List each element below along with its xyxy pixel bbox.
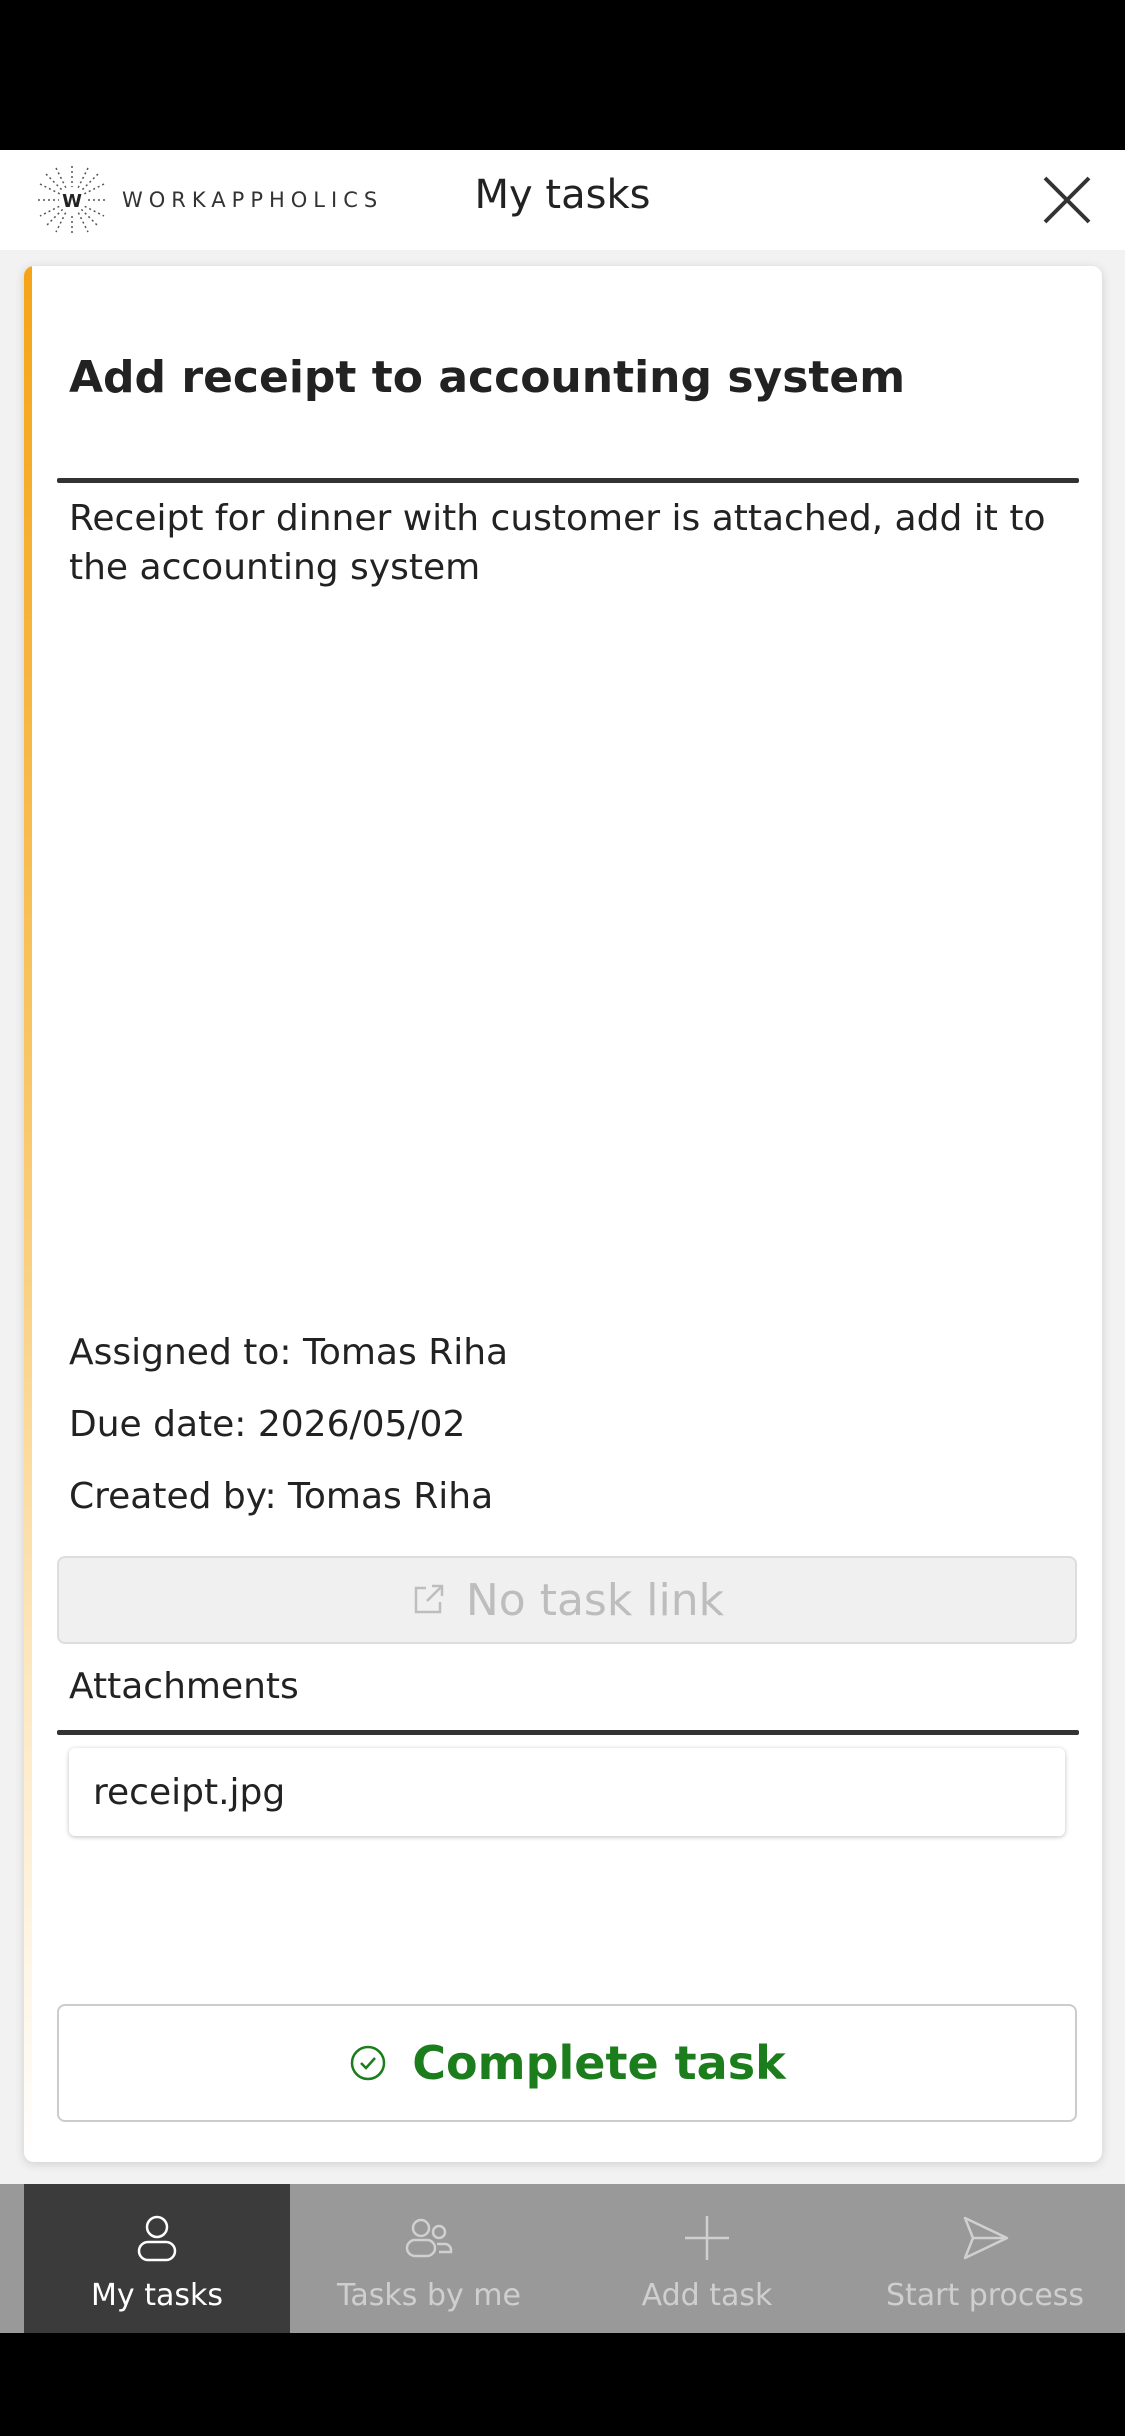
task-title: Add receipt to accounting system — [69, 352, 906, 403]
tab-label: Start process — [885, 2278, 1085, 2313]
check-circle-icon — [351, 2045, 386, 2081]
card-accent-bar — [24, 266, 32, 2162]
plus-icon — [685, 2216, 729, 2260]
tab-add-task[interactable]: Add task — [568, 2184, 846, 2333]
person-icon — [137, 2215, 177, 2262]
due-date: Due date: 2026/05/02 — [69, 1404, 466, 1445]
bottom-bar — [0, 2333, 1125, 2436]
assigned-to: Assigned to: Tomas Riha — [69, 1332, 509, 1373]
attachments-heading: Attachments — [69, 1666, 299, 1707]
status-bar — [0, 0, 1125, 150]
task-card: Add receipt to accounting system Receipt… — [24, 266, 1102, 2162]
complete-task-button[interactable]: Complete task — [57, 2004, 1077, 2122]
tab-label: Tasks by me — [337, 2278, 521, 2313]
tabbar-gutter — [0, 2184, 24, 2333]
header: W WORKAPPHOLICS My tasks — [0, 150, 1125, 250]
tab-my-tasks[interactable]: My tasks — [24, 2184, 290, 2333]
people-icon — [405, 2218, 453, 2258]
page-title: My tasks — [474, 172, 651, 218]
task-link-button[interactable]: No task link — [57, 1556, 1077, 1644]
external-link-icon — [414, 1584, 444, 1614]
task-link-label: No task link — [465, 1574, 725, 1626]
tab-start-process[interactable]: Start process — [846, 2184, 1124, 2333]
tab-label: Add task — [641, 2278, 773, 2313]
send-icon — [963, 2216, 1009, 2260]
created-by: Created by: Tomas Riha — [69, 1476, 494, 1517]
complete-task-label: Complete task — [412, 2036, 786, 2090]
close-button[interactable] — [1037, 170, 1097, 230]
divider — [57, 478, 1079, 483]
close-icon — [1043, 176, 1091, 224]
tab-label: My tasks — [91, 2278, 223, 2313]
attachment-item[interactable]: receipt.jpg — [69, 1748, 1065, 1836]
app-screen: W WORKAPPHOLICS My tasks Add receipt to … — [0, 150, 1125, 2333]
task-description: Receipt for dinner with customer is atta… — [69, 498, 1046, 588]
divider — [57, 1730, 1079, 1735]
tab-bar: My tasks Tasks by me Add task Start proc… — [24, 2184, 1125, 2333]
tab-tasks-by-me[interactable]: Tasks by me — [290, 2184, 568, 2333]
